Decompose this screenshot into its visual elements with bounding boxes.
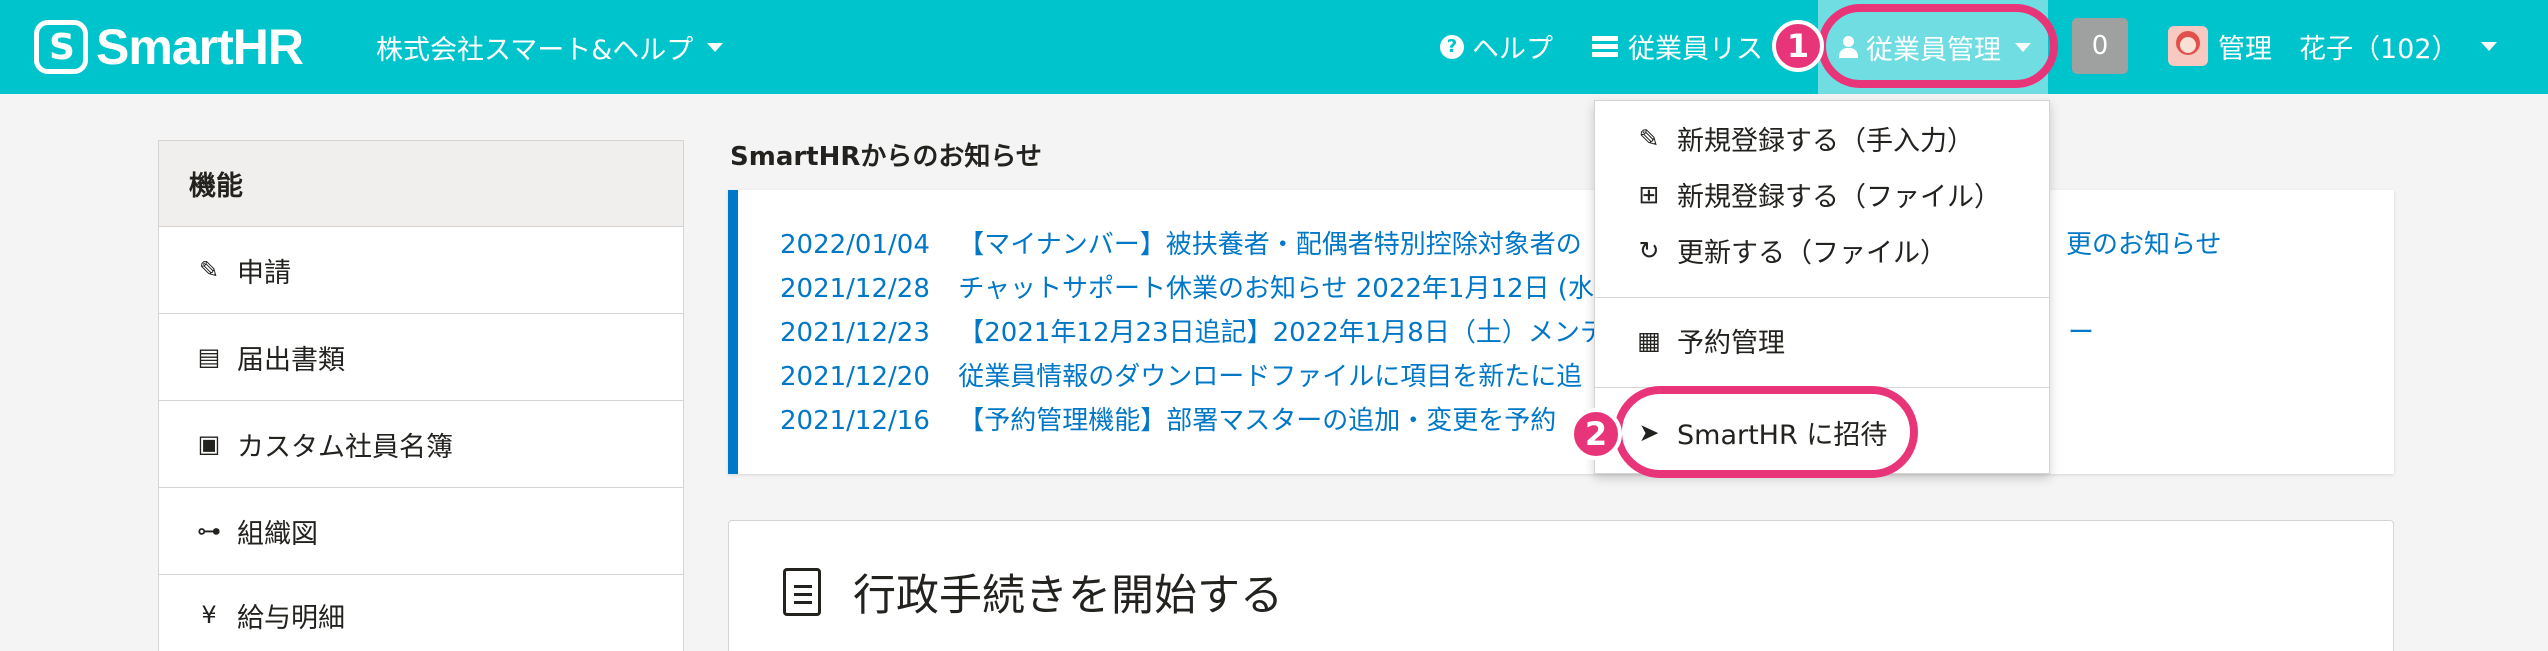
notice-text: 【予約管理機能】部署マスターの追加・変更を予約 bbox=[958, 406, 1557, 436]
notices-panel: 2022/01/04 【マイナンバー】被扶養者・配偶者特別控除対象者の 2021… bbox=[728, 190, 2394, 474]
sidebar-item-payslip[interactable]: ¥ 給与明細 bbox=[159, 575, 683, 651]
help-link[interactable]: ? ヘルプ bbox=[1440, 27, 1553, 66]
menu-item-reservations[interactable]: ▦ 予約管理 bbox=[1635, 321, 1785, 360]
notice-text: 【マイナンバー】被扶養者・配偶者特別控除対象者の bbox=[958, 230, 1582, 260]
notice-date: 2021/12/28 bbox=[780, 274, 930, 304]
sidebar-item-org-chart[interactable]: ⊶ 組織図 bbox=[159, 488, 683, 575]
notification-count-badge[interactable]: 0 bbox=[2072, 18, 2128, 74]
procedure-title[interactable]: 行政手続きを開始する bbox=[783, 561, 1283, 623]
notice-date: 2021/12/16 bbox=[780, 406, 930, 436]
notice-text: チャットサポート休業のお知らせ 2022年1月12日 (水 bbox=[958, 274, 1594, 304]
notice-text-tail[interactable]: 更のお知らせ bbox=[2066, 224, 2221, 261]
user-menu[interactable]: 管理 花子（102） bbox=[2218, 27, 2497, 66]
contact-book-icon: ▣ bbox=[197, 430, 221, 458]
file-add-icon: ⊞ bbox=[1638, 180, 1660, 209]
chevron-down-icon bbox=[2480, 42, 2497, 51]
employee-list-link[interactable]: 従業員リス bbox=[1592, 27, 1763, 66]
request-icon: ✎ bbox=[198, 256, 220, 284]
sidebar-item-documents[interactable]: ▤ 届出書類 bbox=[159, 314, 683, 401]
calendar-icon: ▦ bbox=[1637, 326, 1661, 355]
payslip-icon: ¥ bbox=[201, 601, 217, 629]
file-refresh-icon: ↻ bbox=[1638, 236, 1660, 265]
notice-item[interactable]: 2021/12/28 チャットサポート休業のお知らせ 2022年1月12日 (水 bbox=[780, 268, 2394, 312]
notices-title: SmartHRからのお知らせ bbox=[730, 142, 1042, 172]
sidebar-item-custom-roster[interactable]: ▣ カスタム社員名簿 bbox=[159, 401, 683, 488]
menu-item-label: 新規登録する（手入力） bbox=[1677, 126, 1974, 157]
menu-item-label: 予約管理 bbox=[1677, 328, 1785, 359]
notice-date: 2022/01/04 bbox=[780, 230, 930, 260]
top-header: S SmartHR 株式会社スマート&ヘルプ ? ヘルプ 従業員リス 従業員管理… bbox=[0, 0, 2548, 94]
chevron-down-icon bbox=[707, 43, 724, 52]
menu-item-label: 更新する（ファイル） bbox=[1677, 238, 1947, 269]
document-icon: ▤ bbox=[197, 343, 221, 371]
sidebar-heading: 機能 bbox=[159, 141, 683, 227]
avatar[interactable] bbox=[2168, 26, 2208, 66]
procedure-card: 行政手続きを開始する bbox=[728, 520, 2394, 651]
highlight-ring-invite bbox=[1614, 386, 1918, 478]
notice-date: 2021/12/20 bbox=[780, 362, 930, 392]
sidebar-item-label: 申請 bbox=[237, 257, 291, 289]
logo-text: SmartHR bbox=[96, 19, 304, 75]
logo-mark-icon: S bbox=[34, 20, 88, 74]
user-label: 管理 花子（102） bbox=[2218, 34, 2459, 65]
feature-sidebar: 機能 ✎ 申請 ▤ 届出書類 ▣ カスタム社員名簿 ⊶ 組織図 ¥ 給与明細 bbox=[158, 140, 684, 651]
document-icon bbox=[783, 568, 821, 616]
company-switcher[interactable]: 株式会社スマート&ヘルプ bbox=[376, 28, 724, 67]
step-marker-1: 1 bbox=[1772, 20, 1824, 72]
smarthr-logo[interactable]: S SmartHR bbox=[34, 19, 304, 75]
sidebar-item-label: 届出書類 bbox=[237, 344, 345, 376]
highlight-ring-employee-manage bbox=[1818, 4, 2058, 88]
notice-item[interactable]: 2021/12/20 従業員情報のダウンロードファイルに項目を新たに追 bbox=[780, 356, 2394, 400]
menu-divider bbox=[1595, 297, 2049, 298]
notice-text: 【2021年12月23日追記】2022年1月8日（土）メンテ bbox=[958, 318, 1606, 348]
list-icon bbox=[1592, 35, 1618, 58]
step-marker-2: 2 bbox=[1570, 408, 1622, 460]
sidebar-item-request[interactable]: ✎ 申請 bbox=[159, 227, 683, 314]
notice-item[interactable]: 2021/12/23 【2021年12月23日追記】2022年1月8日（土）メン… bbox=[780, 312, 2394, 356]
notice-date: 2021/12/23 bbox=[780, 318, 930, 348]
company-name: 株式会社スマート&ヘルプ bbox=[376, 35, 694, 66]
sidebar-item-label: カスタム社員名簿 bbox=[237, 431, 453, 463]
sidebar-item-label: 給与明細 bbox=[237, 602, 345, 634]
notice-text-tail[interactable]: ー bbox=[2068, 312, 2094, 349]
sidebar-item-label: 組織図 bbox=[237, 518, 318, 550]
employee-list-label: 従業員リス bbox=[1628, 34, 1763, 65]
help-label: ヘルプ bbox=[1472, 34, 1553, 65]
org-chart-icon: ⊶ bbox=[197, 517, 221, 545]
notice-text: 従業員情報のダウンロードファイルに項目を新たに追 bbox=[958, 362, 1583, 392]
menu-item-label: 新規登録する（ファイル） bbox=[1677, 182, 2001, 213]
procedure-title-text: 行政手続きを開始する bbox=[853, 571, 1283, 621]
menu-item-register-manual[interactable]: ✎ 新規登録する（手入力） bbox=[1635, 119, 1974, 158]
edit-icon: ✎ bbox=[1638, 124, 1660, 153]
menu-item-register-file[interactable]: ⊞ 新規登録する（ファイル） bbox=[1635, 175, 2001, 214]
question-icon: ? bbox=[1440, 34, 1464, 59]
menu-item-update-file[interactable]: ↻ 更新する（ファイル） bbox=[1635, 231, 1947, 270]
